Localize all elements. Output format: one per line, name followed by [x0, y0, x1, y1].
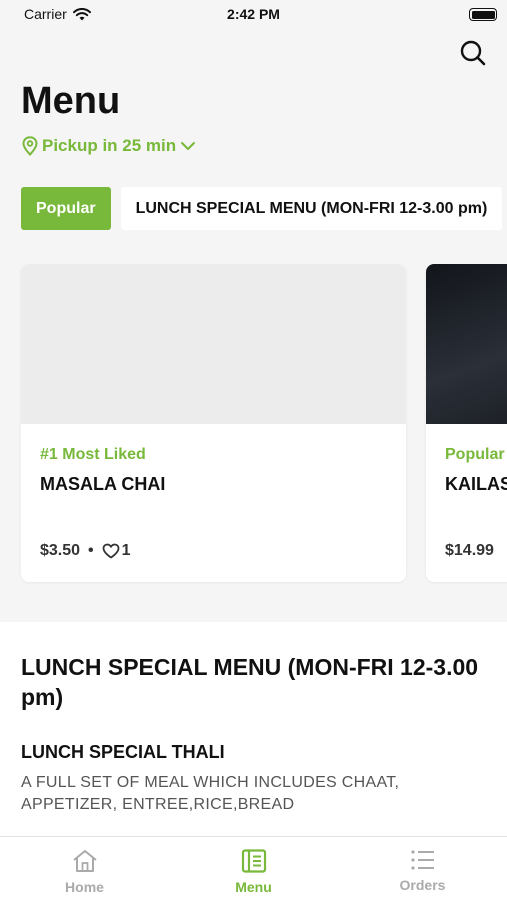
- item-meta: $14.99: [445, 542, 494, 560]
- item-image: [426, 264, 507, 424]
- like-count: 1: [121, 542, 131, 559]
- tabbar-orders[interactable]: Orders: [338, 837, 507, 900]
- item-image-placeholder: [21, 264, 406, 424]
- location-pin-icon: [22, 136, 38, 156]
- menu-section: LUNCH SPECIAL MENU (MON-FRI 12-3.00 pm) …: [0, 622, 507, 852]
- item-tag: #1 Most Liked: [40, 446, 146, 463]
- popular-card[interactable]: Popular KAILAS $14.99: [426, 264, 507, 582]
- list-icon: [410, 850, 434, 870]
- search-button[interactable]: [458, 38, 488, 68]
- item-price: $3.50: [40, 542, 81, 559]
- popular-card[interactable]: #1 Most Liked MASALA CHAI $3.50 • 1: [21, 264, 406, 582]
- tab-lunch-special[interactable]: LUNCH SPECIAL MENU (MON-FRI 12-3.00 pm): [120, 187, 503, 230]
- menu-book-icon: [241, 849, 266, 873]
- separator-dot: •: [88, 542, 94, 559]
- pickup-time-selector[interactable]: Pickup in 25 min: [22, 136, 196, 156]
- item-price: $14.99: [445, 542, 494, 559]
- item-tag: Popular: [445, 446, 505, 463]
- popular-carousel[interactable]: #1 Most Liked MASALA CHAI $3.50 • 1 Popu…: [0, 264, 507, 584]
- chevron-down-icon: [181, 142, 196, 150]
- status-bar: Carrier 2:42 PM: [0, 0, 507, 28]
- category-tabs: Popular LUNCH SPECIAL MENU (MON-FRI 12-3…: [21, 187, 507, 231]
- like-count-group[interactable]: 1: [102, 542, 131, 560]
- battery-icon: [469, 8, 497, 21]
- tabbar-orders-label: Orders: [399, 877, 446, 893]
- item-name: KAILAS: [445, 474, 507, 494]
- menu-item-description: A FULL SET OF MEAL WHICH INCLUDES CHAAT,…: [21, 774, 400, 813]
- item-name: MASALA CHAI: [40, 474, 166, 494]
- bottom-tab-bar: Home Menu Orders: [0, 836, 507, 900]
- tabbar-menu-label: Menu: [235, 879, 272, 895]
- item-meta: $3.50 • 1: [40, 542, 131, 560]
- tabbar-home-label: Home: [65, 879, 104, 895]
- search-icon: [460, 40, 486, 66]
- pickup-label: Pickup in 25 min: [42, 136, 177, 155]
- tabbar-home[interactable]: Home: [0, 837, 169, 900]
- page-title: Menu: [21, 80, 121, 122]
- section-title: LUNCH SPECIAL MENU (MON-FRI 12-3.00 pm): [21, 654, 479, 710]
- home-icon: [72, 850, 97, 872]
- clock: 2:42 PM: [227, 6, 280, 22]
- heart-icon: [102, 543, 120, 559]
- menu-item-title[interactable]: LUNCH SPECIAL THALI: [21, 742, 225, 763]
- tab-popular[interactable]: Popular: [21, 187, 111, 230]
- tabbar-menu[interactable]: Menu: [169, 837, 338, 900]
